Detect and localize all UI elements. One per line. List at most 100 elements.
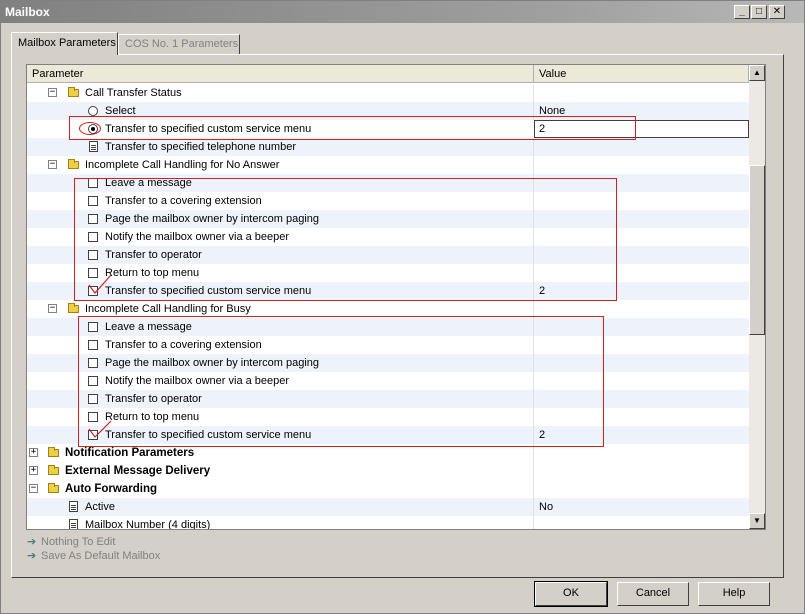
- table-row[interactable]: Active No: [27, 498, 749, 516]
- checkbox[interactable]: [88, 250, 98, 260]
- expand-icon[interactable]: +: [29, 448, 38, 457]
- row-value[interactable]: 2: [539, 120, 545, 138]
- table-row[interactable]: Mailbox Number (4 digits): [27, 516, 749, 530]
- task-links: ➔ Nothing To Edit ➔ Save As Default Mail…: [27, 535, 160, 563]
- table-row[interactable]: Transfer to operator: [27, 390, 749, 408]
- checkbox[interactable]: [88, 196, 98, 206]
- table-row[interactable]: Notify the mailbox owner via a beeper: [27, 372, 749, 390]
- row-value[interactable]: No: [539, 498, 553, 516]
- row-value[interactable]: 2: [539, 426, 545, 444]
- folder-icon: [48, 465, 59, 475]
- table-row[interactable]: Transfer to specified telephone number: [27, 138, 749, 156]
- annotation-checkmark-icon: [88, 274, 112, 294]
- grid-header: Parameter Value: [27, 65, 749, 83]
- radio-checked-icon[interactable]: [88, 124, 98, 134]
- table-row[interactable]: Select None: [27, 102, 749, 120]
- row-label: Transfer to operator: [105, 249, 202, 261]
- grid-rows: − Call Transfer Status Select None Trans…: [27, 84, 749, 530]
- group-row-auto-forwarding[interactable]: − Auto Forwarding: [27, 480, 749, 498]
- checkbox[interactable]: [88, 214, 98, 224]
- row-label: Leave a message: [105, 177, 192, 189]
- checkbox[interactable]: [88, 340, 98, 350]
- nothing-to-edit-link[interactable]: ➔ Nothing To Edit: [27, 535, 160, 549]
- title-bar[interactable]: Mailbox _ □ ✕: [1, 1, 804, 23]
- ok-button[interactable]: OK: [534, 581, 608, 607]
- table-row-selected[interactable]: Transfer to specified custom service men…: [27, 120, 749, 138]
- folder-icon: [68, 159, 79, 169]
- scroll-down-arrow-icon[interactable]: ▼: [749, 513, 765, 529]
- checkbox[interactable]: [88, 322, 98, 332]
- row-label: Auto Forwarding: [65, 483, 157, 495]
- group-row-busy[interactable]: − Incomplete Call Handling for Busy: [27, 300, 749, 318]
- row-value[interactable]: None: [539, 102, 565, 120]
- column-header-value[interactable]: Value: [534, 65, 749, 83]
- checkbox[interactable]: [88, 232, 98, 242]
- tab-cos-parameters[interactable]: COS No. 1 Parameters: [118, 34, 240, 54]
- table-row[interactable]: Transfer to operator: [27, 246, 749, 264]
- row-label: Leave a message: [105, 321, 192, 333]
- row-label: Transfer to specified custom service men…: [105, 285, 312, 297]
- folder-icon: [48, 483, 59, 493]
- row-label: Notification Parameters: [65, 447, 195, 459]
- vertical-scrollbar[interactable]: ▲ ▼: [749, 65, 765, 529]
- row-label: Return to top menu: [105, 267, 200, 279]
- parameter-grid: Parameter Value − Call Transfer Status S…: [26, 64, 766, 530]
- table-row[interactable]: Transfer to specified custom service men…: [27, 282, 749, 300]
- row-label: Transfer to a covering extension: [105, 339, 262, 351]
- table-row[interactable]: Return to top menu: [27, 264, 749, 282]
- table-row[interactable]: Transfer to a covering extension: [27, 336, 749, 354]
- minimize-button[interactable]: _: [734, 5, 750, 19]
- collapse-icon[interactable]: −: [48, 304, 57, 313]
- table-row[interactable]: Leave a message: [27, 174, 749, 192]
- row-label: Call Transfer Status: [85, 87, 182, 99]
- expand-icon[interactable]: +: [29, 466, 38, 475]
- radio-icon[interactable]: [88, 106, 98, 116]
- table-row[interactable]: Notify the mailbox owner via a beeper: [27, 228, 749, 246]
- row-value[interactable]: 2: [539, 282, 545, 300]
- folder-icon: [48, 447, 59, 457]
- scroll-thumb[interactable]: [749, 165, 765, 335]
- row-label: Mailbox Number (4 digits): [85, 519, 211, 530]
- table-row[interactable]: Page the mailbox owner by intercom pagin…: [27, 210, 749, 228]
- cancel-button[interactable]: Cancel: [617, 582, 689, 606]
- scroll-up-arrow-icon[interactable]: ▲: [749, 65, 765, 81]
- row-label: Page the mailbox owner by intercom pagin…: [105, 213, 320, 225]
- tab-mailbox-parameters[interactable]: Mailbox Parameters: [11, 32, 118, 55]
- table-row[interactable]: Transfer to a covering extension: [27, 192, 749, 210]
- checkbox[interactable]: [88, 178, 98, 188]
- group-row-notification-parameters[interactable]: + Notification Parameters: [27, 444, 749, 462]
- row-label: Transfer to operator: [105, 393, 202, 405]
- arrow-right-icon: ➔: [27, 550, 37, 562]
- group-row-external-message-delivery[interactable]: + External Message Delivery: [27, 462, 749, 480]
- row-label: Transfer to a covering extension: [105, 195, 262, 207]
- row-label: Active: [85, 501, 115, 513]
- document-icon: [89, 141, 98, 152]
- table-row[interactable]: Transfer to specified custom service men…: [27, 426, 749, 444]
- group-row-call-transfer-status[interactable]: − Call Transfer Status: [27, 84, 749, 102]
- close-button[interactable]: ✕: [769, 5, 785, 19]
- window-title: Mailbox: [5, 5, 50, 19]
- collapse-icon[interactable]: −: [48, 160, 57, 169]
- row-label: Incomplete Call Handling for Busy: [85, 303, 251, 315]
- table-row[interactable]: Page the mailbox owner by intercom pagin…: [27, 354, 749, 372]
- row-label: Incomplete Call Handling for No Answer: [85, 159, 280, 171]
- value-edit-box[interactable]: [534, 120, 749, 138]
- collapse-icon[interactable]: −: [48, 88, 57, 97]
- table-row[interactable]: Return to top menu: [27, 408, 749, 426]
- help-button[interactable]: Help: [698, 582, 770, 606]
- save-as-default-mailbox-link[interactable]: ➔ Save As Default Mailbox: [27, 549, 160, 563]
- collapse-icon[interactable]: −: [29, 484, 38, 493]
- checkbox[interactable]: [88, 358, 98, 368]
- checkbox[interactable]: [88, 376, 98, 386]
- row-label: Notify the mailbox owner via a beeper: [105, 375, 290, 387]
- row-label: Transfer to specified custom service men…: [105, 429, 312, 441]
- column-header-parameter[interactable]: Parameter: [27, 65, 534, 83]
- table-row[interactable]: Leave a message: [27, 318, 749, 336]
- maximize-button[interactable]: □: [751, 5, 767, 19]
- group-row-no-answer[interactable]: − Incomplete Call Handling for No Answer: [27, 156, 749, 174]
- row-label: Select: [105, 105, 136, 117]
- document-icon: [69, 519, 78, 529]
- folder-icon: [68, 303, 79, 313]
- checkbox[interactable]: [88, 394, 98, 404]
- document-icon: [69, 501, 78, 512]
